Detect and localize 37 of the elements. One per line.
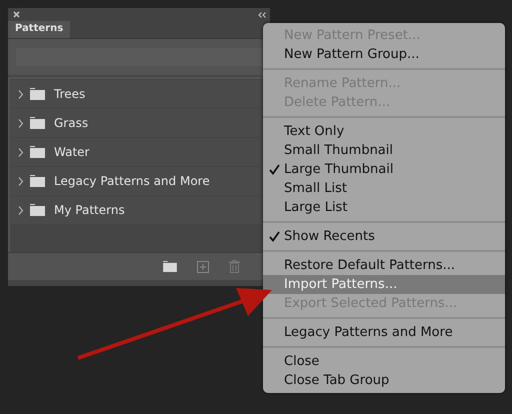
menu-item[interactable]: Import Patterns... [263,275,505,294]
pattern-group-row[interactable]: Grass [10,109,262,137]
menu-item[interactable]: Restore Default Patterns... [263,256,505,275]
menu-item[interactable]: Legacy Patterns and More [263,323,505,342]
menu-item[interactable]: Show Recents [263,227,505,246]
panel-tab[interactable]: Patterns [8,21,70,38]
collapse-icon[interactable] [258,12,266,18]
menu-item[interactable]: Large List [263,198,505,217]
close-icon[interactable] [13,11,20,18]
menu-item[interactable]: Small List [263,179,505,198]
group-name: Legacy Patterns and More [54,174,210,188]
chevron-icon[interactable] [18,118,24,128]
pattern-group-row[interactable]: Trees [10,80,262,108]
group-name: Grass [54,116,88,130]
group-name: Water [54,145,90,159]
folder-icon [30,175,45,187]
group-name: Trees [54,87,86,101]
pattern-group-row[interactable]: Legacy Patterns and More [10,167,262,195]
folder-icon [30,88,45,100]
group-name: My Patterns [54,203,125,217]
menu-item[interactable]: Close [263,352,505,371]
menu-item[interactable]: Close Tab Group [263,371,505,390]
chevron-icon[interactable] [18,206,24,214]
menu-item[interactable]: Large Thumbnail [263,160,505,179]
chevron-icon[interactable] [18,148,24,156]
menu-item[interactable]: Small Thumbnail [263,141,505,160]
folder-icon [30,146,45,158]
chevron-icon[interactable] [18,90,24,98]
folder-icon [30,117,45,129]
folder-icon [30,204,45,216]
menu-item[interactable]: Text Only [263,122,505,141]
folder-icon[interactable] [163,261,177,272]
pattern-group-row[interactable]: Water [10,138,262,166]
pattern-group-row[interactable]: My Patterns [10,196,262,224]
menu-item[interactable]: New Pattern Group... [263,45,505,64]
chevron-icon[interactable] [18,176,24,186]
search-field[interactable] [16,48,262,66]
